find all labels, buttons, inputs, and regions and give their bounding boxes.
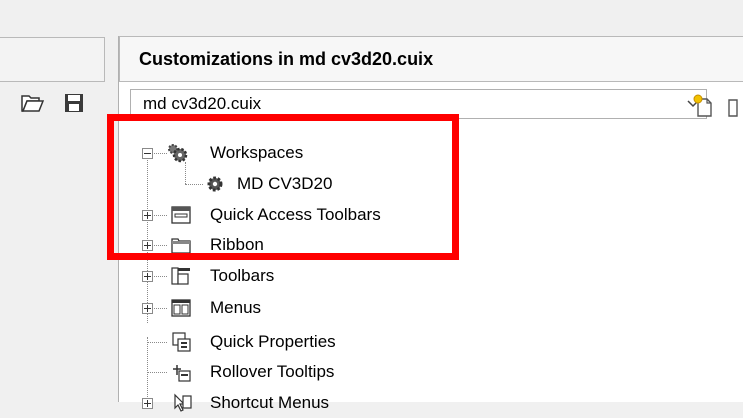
- left-pane-header: [0, 37, 105, 82]
- save-icon[interactable]: [62, 92, 86, 114]
- expand-toggle[interactable]: [142, 398, 153, 409]
- highlight-box: [107, 114, 459, 260]
- tree-item-menus[interactable]: Menus: [119, 293, 519, 323]
- tree-item-label: Toolbars: [210, 266, 275, 285]
- tree-item-label: Shortcut Menus: [210, 393, 330, 412]
- menus-icon: [171, 299, 191, 317]
- tree-item-toolbars[interactable]: Toolbars: [119, 261, 519, 291]
- quick-properties-icon: [172, 332, 191, 352]
- toolbars-icon: [171, 267, 190, 285]
- tree-item-label: Menus: [210, 298, 262, 317]
- load-file-icon[interactable]: [723, 94, 743, 118]
- folder-open-icon[interactable]: [20, 92, 44, 114]
- panel-title: Customizations in md cv3d20.cuix: [119, 36, 743, 82]
- tree-item-quick-properties[interactable]: Quick Properties: [119, 327, 519, 357]
- tree-item-shortcut-menus[interactable]: Shortcut Menus: [119, 388, 519, 418]
- tree-item-label: Rollover Tooltips: [210, 362, 335, 381]
- tree-item-rollover-tooltips[interactable]: Rollover Tooltips: [119, 357, 519, 387]
- expand-toggle[interactable]: [142, 303, 153, 314]
- new-file-icon[interactable]: [692, 94, 716, 118]
- expand-toggle[interactable]: [142, 271, 153, 282]
- rollover-tooltips-icon: [173, 365, 191, 382]
- window-top-strip: [0, 0, 743, 36]
- shortcut-menus-icon: [174, 393, 192, 412]
- selected-file-label: md cv3d20.cuix: [143, 94, 262, 113]
- tree-item-label: Quick Properties: [210, 332, 336, 351]
